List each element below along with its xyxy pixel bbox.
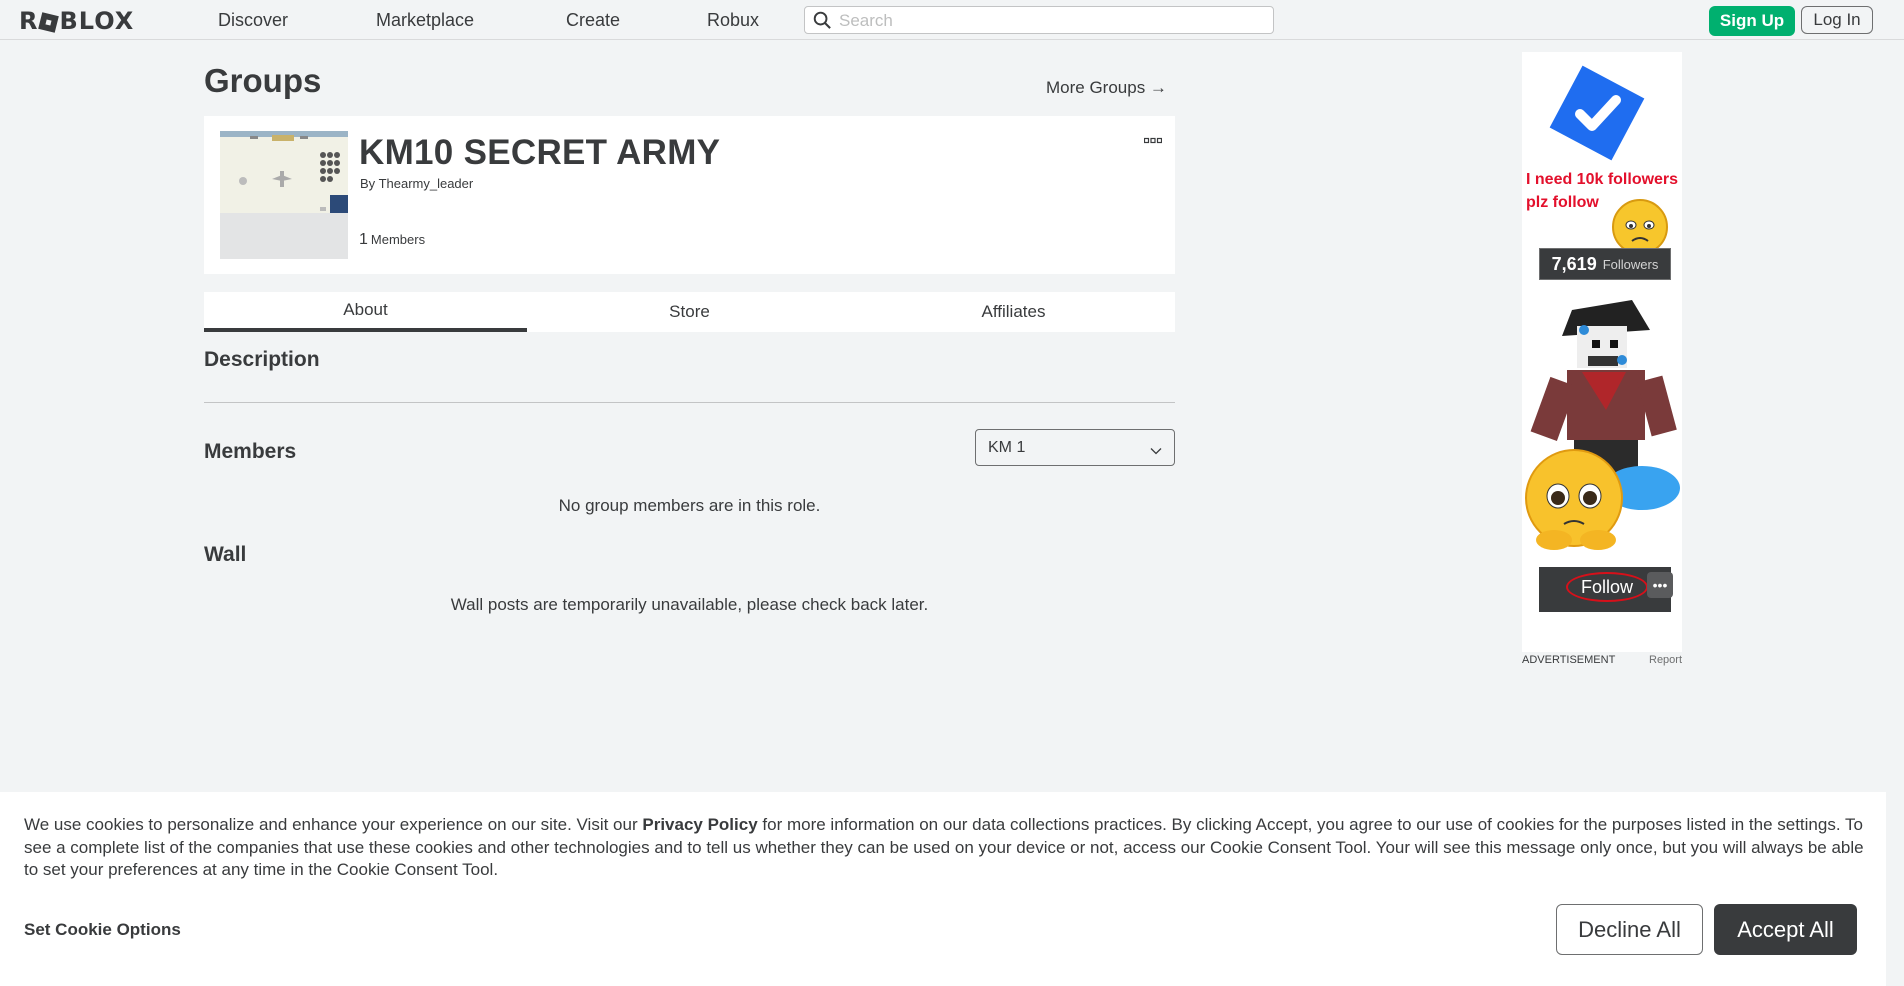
group-header-card: KM10 SECRET ARMY By Thearmy_leader 1 Memb… bbox=[204, 116, 1175, 274]
description-heading: Description bbox=[204, 348, 320, 371]
wall-unavailable-message: Wall posts are temporarily unavailable, … bbox=[450, 595, 929, 614]
ad-followers-count: 7,619 bbox=[1551, 253, 1597, 274]
cookie-consent-banner: We use cookies to personalize and enhanc… bbox=[0, 792, 1886, 986]
search-box bbox=[804, 6, 1274, 34]
members-empty-message: No group members are in this role. bbox=[558, 496, 821, 515]
pleading-emoji-icon bbox=[1525, 449, 1680, 550]
advertisement-label: ADVERTISEMENT bbox=[1522, 654, 1616, 666]
member-count-label: Members bbox=[370, 232, 426, 247]
chevron-down-icon bbox=[1150, 442, 1162, 460]
verified-badge-icon bbox=[1549, 65, 1645, 161]
cookie-message: We use cookies to personalize and enhanc… bbox=[24, 814, 1874, 882]
ad-report-link[interactable]: Report bbox=[1649, 654, 1682, 666]
accept-all-button[interactable]: Accept All bbox=[1714, 904, 1857, 955]
skyscraper-advertisement[interactable]: I need 10k followers plz follow 7,619 Fo… bbox=[1522, 52, 1682, 652]
group-name: KM10 SECRET ARMY bbox=[359, 133, 721, 172]
more-options-icon[interactable] bbox=[1143, 132, 1163, 150]
group-emblem bbox=[220, 131, 348, 259]
ad-more-icon[interactable]: ••• bbox=[1647, 572, 1673, 598]
tab-about[interactable]: About bbox=[204, 292, 527, 332]
privacy-policy-link[interactable]: Privacy Policy bbox=[642, 815, 757, 834]
member-count-value: 1 bbox=[359, 231, 368, 248]
group-owner-line: By Thearmy_leader bbox=[360, 176, 473, 191]
nav-discover[interactable]: Discover bbox=[218, 10, 288, 31]
decline-all-button[interactable]: Decline All bbox=[1556, 904, 1703, 955]
role-dropdown-value: KM 1 bbox=[988, 439, 1026, 456]
ad-followers-badge: 7,619 Followers bbox=[1539, 248, 1671, 280]
sign-up-button[interactable]: Sign Up bbox=[1709, 6, 1795, 36]
search-icon[interactable] bbox=[813, 11, 832, 35]
member-count: 1 Members bbox=[359, 231, 425, 249]
nav-marketplace[interactable]: Marketplace bbox=[376, 10, 474, 31]
set-cookie-options-link[interactable]: Set Cookie Options bbox=[24, 920, 181, 940]
section-divider bbox=[204, 402, 1175, 403]
nav-robux[interactable]: Robux bbox=[707, 10, 759, 31]
role-dropdown[interactable]: KM 1 bbox=[975, 429, 1175, 466]
log-in-button[interactable]: Log In bbox=[1801, 6, 1873, 34]
ad-followers-label: Followers bbox=[1602, 256, 1659, 272]
by-label: By bbox=[360, 176, 376, 191]
ad-line-1: I need 10k followers bbox=[1526, 171, 1679, 188]
group-owner-link[interactable]: Thearmy_leader bbox=[379, 176, 474, 191]
tab-store[interactable]: Store bbox=[528, 292, 851, 332]
group-tabs: About Store Affiliates bbox=[204, 292, 1175, 332]
top-navigation: R BLOX Discover Marketplace Create Robux … bbox=[0, 0, 1904, 40]
tab-affiliates[interactable]: Affiliates bbox=[852, 292, 1175, 332]
page-title: Groups bbox=[204, 62, 322, 99]
more-groups-link[interactable]: More Groups → bbox=[1046, 78, 1167, 98]
nav-create[interactable]: Create bbox=[566, 10, 620, 31]
wall-heading: Wall bbox=[204, 543, 247, 566]
members-heading: Members bbox=[204, 440, 297, 463]
search-input[interactable] bbox=[837, 9, 1261, 33]
cookie-text-part-1: We use cookies to personalize and enhanc… bbox=[24, 815, 643, 834]
ad-follow-button[interactable]: Follow bbox=[1566, 572, 1648, 602]
roblox-logo[interactable]: R BLOX bbox=[19, 7, 134, 35]
